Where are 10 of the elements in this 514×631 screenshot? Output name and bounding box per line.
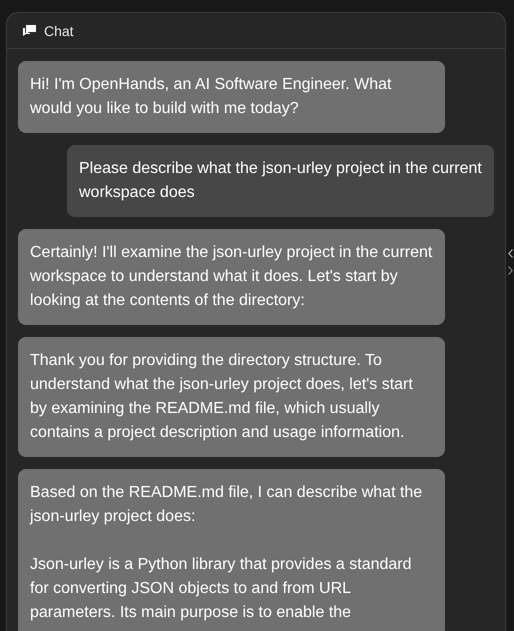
chat-icon: [23, 25, 36, 36]
message-text: Please describe what the json-urley project in the current workspace does: [79, 159, 482, 203]
message-text: Certainly! I'll examine the json-urley project in the current workspace to understand what it does. Let's start by looking at the contents of the directory:: [30, 243, 433, 311]
chevron-right-icon[interactable]: [508, 266, 512, 274]
chevron-left-icon[interactable]: [508, 248, 512, 258]
message-text: Thank you for providing the directory structure. To understand what the json-urley project does, let's start by examining the README.md file, which usually contains a project description and usage information.: [30, 351, 414, 443]
message-text: Json-urley is a Python library that provides a standard for converting JSON objects to and from URL parameters. Its main purpose is to enable the: [30, 555, 413, 623]
message-text: Hi! I'm OpenHands, an AI Software Engineer. What would you like to build with me today?: [30, 75, 392, 119]
message-text: Based on the README.md file, I can describe what the json-urley project does:: [30, 483, 424, 527]
panel-title: Chat: [44, 22, 74, 38]
